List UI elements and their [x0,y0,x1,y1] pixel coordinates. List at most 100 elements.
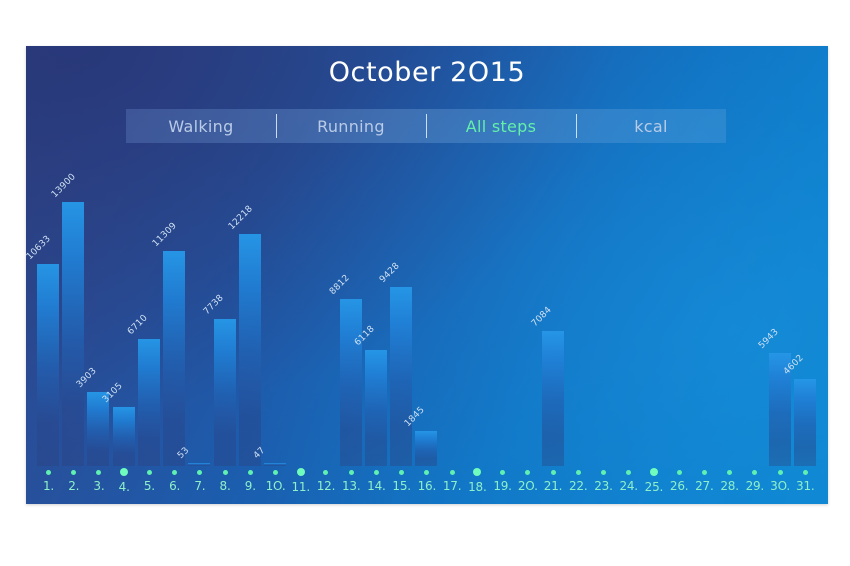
axis-tick-day-20[interactable]: 2O. [515,466,540,493]
bar-slot[interactable]: 8812 [328,150,364,466]
bar-slot[interactable] [465,150,490,466]
bar-slot[interactable]: 3105 [101,150,137,466]
chart-bar[interactable] [163,251,186,466]
day-marker-dot [96,470,102,475]
axis-tick-day-14[interactable]: 14. [364,466,389,493]
bar-slot[interactable] [717,150,742,466]
bar-slot[interactable]: 3903 [75,150,111,466]
metric-tab-bar: Walking Running All steps kcal [126,109,726,143]
bar-slot[interactable] [313,150,338,466]
axis-day-label: 23. [594,479,613,493]
bar-slot[interactable]: 7084 [529,150,566,466]
bar-slot[interactable]: 12218 [227,150,263,466]
axis-tick-day-27[interactable]: 27. [692,466,717,493]
chart-bar[interactable] [37,264,59,466]
axis-tick-day-22[interactable]: 22. [566,466,591,493]
axis-tick-day-19[interactable]: 19. [490,466,515,493]
page-title: October 2O15 [328,57,526,88]
chart-bar[interactable] [137,338,160,466]
axis-day-label: 5. [143,479,155,493]
axis-tick-day-30[interactable]: 3O. [768,466,793,493]
tab-kcal[interactable]: kcal [576,109,726,143]
day-marker-highlight-dot [120,468,129,476]
bar-slot[interactable]: 4602 [782,150,818,466]
day-marker-dot [348,470,354,475]
axis-tick-day-9[interactable]: 9. [238,466,263,493]
bar-slot[interactable] [288,150,313,466]
bar-slot[interactable]: 6710 [126,150,162,466]
bar-slot[interactable] [490,150,515,466]
bar-slot[interactable] [692,150,717,466]
axis-day-label: 7. [194,479,206,493]
chart-bar[interactable] [213,319,236,466]
axis-tick-day-13[interactable]: 13. [339,466,364,493]
axis-tick-day-8[interactable]: 8. [213,466,238,493]
axis-day-label: 28. [720,479,739,493]
day-marker-dot [399,470,405,475]
day-marker-dot [197,470,203,475]
axis-tick-day-3[interactable]: 3. [86,466,111,493]
axis-tick-day-17[interactable]: 17. [440,466,465,493]
axis-day-label: 1O. [265,479,286,493]
axis-tick-day-4[interactable]: 4. [112,466,137,494]
axis-day-label: 21. [543,479,563,493]
chart-bar[interactable] [364,349,387,466]
chart-bar[interactable] [238,233,261,466]
bar-slot[interactable]: 13900 [50,150,86,466]
bar-slot[interactable] [591,150,616,466]
day-marker-dot [449,470,455,475]
axis-tick-day-12[interactable]: 12. [313,466,338,493]
axis-tick-day-26[interactable]: 26. [667,466,692,493]
axis-tick-day-29[interactable]: 29. [742,466,767,493]
bar-slot[interactable] [616,150,641,466]
axis-tick-day-5[interactable]: 5. [137,466,162,493]
tab-running[interactable]: Running [276,109,426,143]
day-marker-dot [500,470,506,475]
chart-bar[interactable] [62,202,85,466]
axis-tick-day-21[interactable]: 21. [541,466,566,493]
bar-slot[interactable]: 1845 [403,150,439,466]
chart-bar[interactable] [339,298,362,466]
axis-tick-day-1[interactable]: 1. [36,466,61,493]
chart-bar[interactable] [541,331,564,466]
axis-tick-day-24[interactable]: 24. [616,466,641,493]
chart-bar[interactable] [112,407,135,466]
bar-slot[interactable]: 5943 [756,150,793,466]
axis-tick-day-7[interactable]: 7. [187,466,212,493]
axis-tick-day-6[interactable]: 6. [162,466,187,493]
axis-tick-day-10[interactable]: 1O. [263,466,288,493]
day-marker-dot [222,470,228,475]
bar-slot[interactable] [667,150,692,466]
chart-bar[interactable] [793,378,816,466]
chart-bar[interactable] [390,286,413,466]
axis-day-label: 3. [93,479,105,493]
bar-slot[interactable]: 47 [252,150,288,466]
axis-tick-day-28[interactable]: 28. [717,466,742,493]
tab-walking[interactable]: Walking [126,109,276,143]
bar-slot[interactable] [641,150,666,466]
axis-tick-day-16[interactable]: 16. [414,466,439,493]
day-marker-highlight-dot [649,468,658,476]
bar-slot[interactable] [515,150,540,466]
chart-bar[interactable] [415,430,438,466]
axis-tick-day-2[interactable]: 2. [61,466,86,493]
axis-tick-day-23[interactable]: 23. [591,466,616,493]
tab-all-steps[interactable]: All steps [426,109,576,143]
day-marker-dot [146,470,152,475]
axis-day-label: 12. [316,479,336,493]
bar-slot[interactable] [566,150,591,466]
bar-slot[interactable] [742,150,767,466]
axis-tick-day-25[interactable]: 25. [641,466,666,494]
axis-tick-day-15[interactable]: 15. [389,466,414,493]
axis-tick-day-31[interactable]: 31. [793,466,818,493]
bar-slot[interactable]: 7738 [202,150,238,466]
day-marker-dot [71,470,77,475]
bar-slot[interactable]: 11309 [151,150,187,466]
bar-slot[interactable]: 6118 [353,150,389,466]
axis-day-label: 27. [695,479,714,493]
day-marker-dot [676,470,682,475]
axis-tick-day-11[interactable]: 11. [288,466,313,494]
axis-day-label: 2O. [517,479,538,493]
bar-slot[interactable] [440,150,465,466]
axis-tick-day-18[interactable]: 18. [465,466,490,494]
